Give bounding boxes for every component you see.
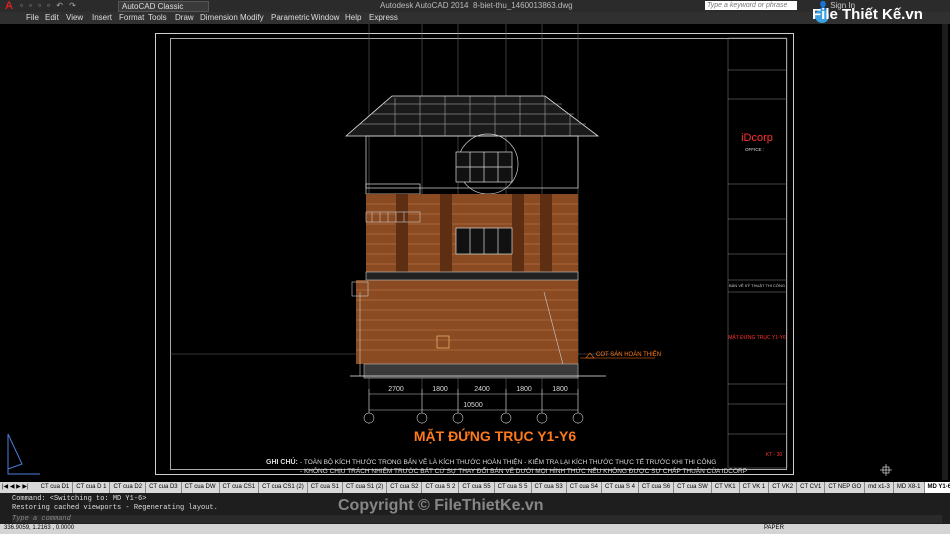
menu-help[interactable]: Help [345,13,361,22]
dimension-3: 2400 [474,386,490,393]
menu-view[interactable]: View [66,13,83,22]
dimension-2: 1800 [432,386,448,393]
menu-parametric[interactable]: Parametric [271,13,310,22]
layout-tab[interactable]: CT CV1 [797,482,826,493]
level-label: COT SÀN HOÀN THIỆN [596,350,661,358]
drawing-canvas[interactable]: COT SÀN HOÀN THIỆN 2700 1800 2400 1800 1… [0,24,950,482]
menu-tools[interactable]: Tools [148,13,167,22]
window-title: Autodesk AutoCAD 2014 8-biet-thu_1460013… [380,1,573,10]
menu-dimension[interactable]: Dimension [200,13,238,22]
stage-label: BẢN VẼ KỸ THUẬT THI CÔNG [729,283,785,288]
brick-walls [356,194,579,364]
menu-format[interactable]: Format [119,13,144,22]
plinth [350,363,606,379]
crosshair-cursor [880,464,892,476]
tab-nav-arrows[interactable]: |◀ ◀ ▶ ▶| [0,483,36,490]
coordinates-readout: 336.9059, 1.2163 , 0.0000 [4,525,75,531]
quick-access-toolbar[interactable]: ▫ ▫ ▫ ▫ ↶ ↷ [20,1,78,10]
layout-tab[interactable]: md x1-3 [865,482,894,493]
dimension-1: 2700 [388,386,404,393]
note-line-2: - KHÔNG CHỊU TRÁCH NHIỆM TRƯỚC BẤT CỨ SỰ… [300,465,747,475]
title-block-drawing-name: MẶT ĐỨNG TRỤC Y1-Y6 [728,334,786,341]
menu-express[interactable]: Express [369,13,398,22]
roof [344,95,600,137]
dimension-5: 1800 [552,386,568,393]
note-label: GHI CHÚ: [266,457,298,466]
layout-tabs: |◀ ◀ ▶ ▶| CT cua D1 CT cua D 1 CT cua D2 CT… [0,482,950,493]
layout-tab[interactable]: CT cua S5 [459,482,495,493]
company-office: OFFICE : [745,147,764,152]
menu-edit[interactable]: Edit [45,13,59,22]
space-mode-button[interactable]: PAPER [764,525,784,531]
workspace-select[interactable]: AutoCAD Classic [118,1,209,12]
command-history-2: Restoring cached viewports - Regeneratin… [12,504,218,512]
attic-floor [365,133,579,195]
layout-tab[interactable]: CT cua D1 [38,482,74,493]
menu-insert[interactable]: Insert [92,13,112,22]
note-line-1: - TOÀN BỘ KÍCH THƯỚC TRONG BẢN VẼ LÀ KÍC… [300,456,716,466]
autocad-logo-icon[interactable]: A [2,0,16,12]
command-history-1: Command: <Switching to: MD Y1-6> [12,495,147,503]
drawing-title: MẶT ĐỨNG TRỤC Y1-Y6 [414,427,576,444]
menu-file[interactable]: File [26,13,39,22]
menu-window[interactable]: Window [311,13,339,22]
layout-tab[interactable]: CT cua S6 [639,482,675,493]
layout-tab[interactable]: CT cua SW [674,482,712,493]
layout-tab[interactable]: CT cua S4 [567,482,603,493]
layout-tab[interactable]: CT cua S1 (2) [343,482,388,493]
layout-tab[interactable]: CT cua CS1 [220,482,260,493]
layout-tab[interactable]: CT cua S2 [387,482,423,493]
layout-tab[interactable]: CT cua DW [182,482,220,493]
dimension-4: 1800 [516,386,532,393]
company-name: iDcorp [741,132,773,144]
layout-tab[interactable]: CT VK 1 [740,482,770,493]
layout-tab[interactable]: CT cua S 5 [495,482,532,493]
title-bar: A ▫ ▫ ▫ ▫ ↶ ↷ AutoCAD Classic Autodesk A… [0,0,950,12]
axis-bubbles [363,412,584,424]
search-input[interactable]: Type a keyword or phrase [705,1,797,10]
ucs-icon [7,433,40,475]
menu-bar: File Edit View Insert Format Tools Draw … [0,12,950,24]
layout-tab-active[interactable]: MD Y1-6 [924,482,950,493]
layout-tab[interactable]: CT cua S 4 [602,482,639,493]
layout-tab[interactable]: CT cua S 2 [422,482,460,493]
drawing-number: KT - 30 [766,452,783,458]
layout-tab[interactable]: CT cua D2 [110,482,147,493]
layout-tab[interactable]: CT cua S3 [532,482,567,493]
layout-tab[interactable]: CT cua S1 [308,482,343,493]
layout-tab[interactable]: CT VK1 [712,482,740,493]
filethietke-logo: File Thiết Kế.vn [812,6,923,23]
total-dimension: 10500 [463,402,483,409]
elevation-drawing: COT SÀN HOÀN THIỆN 2700 1800 2400 1800 1… [7,24,948,480]
status-bar: 336.9059, 1.2163 , 0.0000 PAPER [0,524,950,534]
layout-tab[interactable]: CT cua D3 [146,482,182,493]
copyright-watermark: Copyright © FileThietKe.vn [338,497,544,514]
title-block [727,37,788,469]
layout-tab[interactable]: CT cua CS1 (2) [259,482,308,493]
layout-tab[interactable]: MD X8-1 [894,482,925,493]
command-input[interactable]: Type a command [12,515,942,523]
layout-tab[interactable]: CT NEP GO [825,482,866,493]
menu-draw[interactable]: Draw [175,13,194,22]
vertical-scrollbar [942,24,948,480]
layout-tab[interactable]: CT VK2 [769,482,798,493]
menu-modify[interactable]: Modify [240,13,264,22]
layout-tab[interactable]: CT cua D 1 [73,482,111,493]
